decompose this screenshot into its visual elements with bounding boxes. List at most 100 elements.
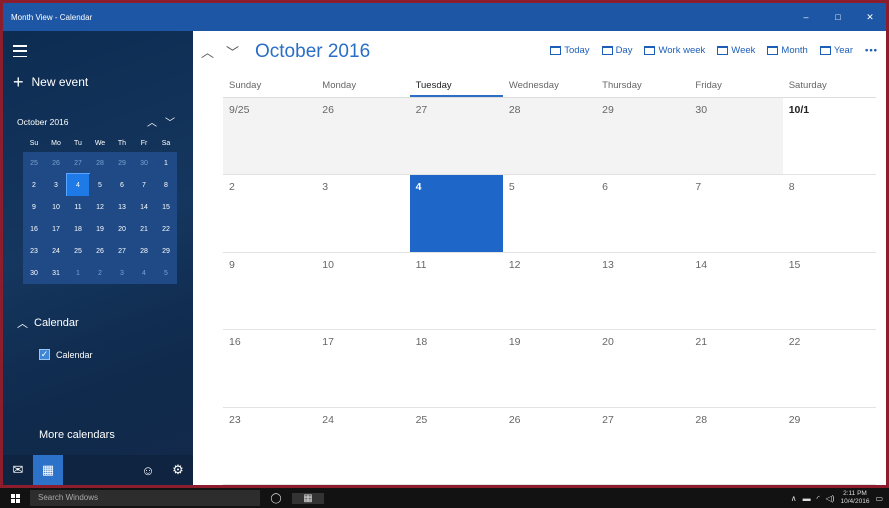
day-cell[interactable]: 22 [782, 330, 876, 408]
more-options-icon[interactable]: ••• [865, 45, 878, 56]
day-cell[interactable]: 19 [502, 330, 597, 408]
hamburger-menu-icon[interactable] [13, 45, 27, 57]
day-cell[interactable]: 18 [409, 330, 503, 408]
more-calendars-link[interactable]: More calendars [39, 429, 115, 441]
day-cell[interactable]: 2 [223, 175, 317, 253]
day-cell[interactable]: 29 [782, 408, 876, 485]
mini-day[interactable]: 24 [45, 240, 67, 262]
notifications-icon[interactable]: ▭ [875, 494, 883, 503]
day-cell[interactable]: 17 [316, 330, 410, 408]
close-button[interactable]: ✕ [854, 3, 886, 31]
mail-icon[interactable]: ✉ [3, 455, 33, 485]
day-cell[interactable]: 26 [316, 98, 410, 176]
mini-day[interactable]: 7 [133, 174, 155, 196]
mini-day[interactable]: 31 [45, 262, 67, 284]
mini-day[interactable]: 1 [67, 262, 89, 284]
task-view-icon[interactable]: ◯ [260, 493, 292, 504]
day-cell[interactable]: 14 [689, 253, 783, 331]
day-cell[interactable]: 15 [782, 253, 876, 331]
calendar-section-toggle[interactable]: ︿ Calendar [17, 315, 79, 331]
mini-day[interactable]: 29 [155, 240, 177, 262]
settings-icon[interactable]: ⚙ [163, 455, 193, 485]
network-icon[interactable]: ◜ [817, 494, 820, 503]
mini-day[interactable]: 25 [23, 152, 45, 174]
day-cell[interactable]: 30 [689, 98, 783, 176]
day-cell[interactable]: 10/1 [782, 98, 876, 176]
smiley-icon[interactable]: ☺ [133, 455, 163, 485]
mini-day[interactable]: 18 [67, 218, 89, 240]
checkbox-checked-icon[interactable]: ✓ [39, 349, 50, 360]
mini-day[interactable]: 5 [155, 262, 177, 284]
day-cell[interactable]: 27 [409, 98, 503, 176]
mini-day[interactable]: 30 [133, 152, 155, 174]
day-cell[interactable]: 26 [502, 408, 597, 485]
day-cell[interactable]: 21 [689, 330, 783, 408]
mini-day[interactable]: 27 [67, 152, 89, 174]
mini-day[interactable]: 15 [155, 196, 177, 218]
day-cell[interactable]: 24 [316, 408, 410, 485]
calendar-checkbox-item[interactable]: ✓ Calendar [39, 349, 93, 360]
month-view-button[interactable]: Month [767, 45, 808, 56]
mini-day[interactable]: 28 [133, 240, 155, 262]
mini-day[interactable]: 27 [111, 240, 133, 262]
mini-day[interactable]: 28 [89, 152, 111, 174]
start-button[interactable] [0, 488, 30, 508]
day-cell-today[interactable]: 4 [409, 175, 503, 253]
mini-prev-month-chevron-up-icon[interactable]: ︿ [143, 114, 161, 129]
day-cell[interactable]: 29 [596, 98, 690, 176]
mini-day[interactable]: 2 [89, 262, 111, 284]
calendar-app-taskbar-icon[interactable]: ▦ [292, 492, 324, 504]
volume-icon[interactable]: ◁) [826, 494, 835, 503]
day-cell[interactable]: 11 [409, 253, 503, 331]
mini-day[interactable]: 16 [23, 218, 45, 240]
day-cell[interactable]: 16 [223, 330, 317, 408]
calendar-icon[interactable]: ▦ [33, 455, 63, 485]
battery-icon[interactable]: ▬ [803, 494, 811, 503]
year-view-button[interactable]: Year [819, 45, 853, 56]
day-cell[interactable]: 6 [596, 175, 690, 253]
day-cell[interactable]: 10 [316, 253, 410, 331]
mini-day[interactable]: 20 [111, 218, 133, 240]
day-cell[interactable]: 7 [689, 175, 783, 253]
mini-next-month-chevron-down-icon[interactable]: ﹀ [161, 114, 179, 129]
day-cell[interactable]: 12 [502, 253, 597, 331]
day-cell[interactable]: 13 [596, 253, 690, 331]
day-cell[interactable]: 5 [502, 175, 597, 253]
day-cell[interactable]: 3 [316, 175, 410, 253]
day-cell[interactable]: 27 [596, 408, 690, 485]
prev-month-chevron-up-icon[interactable]: ︿ [201, 42, 214, 61]
day-cell[interactable]: 9/25 [223, 98, 317, 176]
day-cell[interactable]: 23 [223, 408, 317, 485]
mini-day[interactable]: 8 [155, 174, 177, 196]
taskbar-search-input[interactable]: Search Windows [30, 490, 260, 506]
day-cell[interactable]: 9 [223, 253, 317, 331]
mini-day[interactable]: 10 [45, 196, 67, 218]
mini-day[interactable]: 2 [23, 174, 45, 196]
clock[interactable]: 2:11 PM 10/4/2016 [841, 490, 870, 506]
minimize-button[interactable]: – [790, 3, 822, 31]
mini-day[interactable]: 26 [45, 152, 67, 174]
mini-day[interactable]: 17 [45, 218, 67, 240]
today-button[interactable]: Today [550, 45, 590, 56]
mini-day[interactable]: 19 [89, 218, 111, 240]
tray-chevron-up-icon[interactable]: ∧ [791, 494, 797, 503]
mini-day-today[interactable]: 4 [66, 173, 90, 197]
mini-day[interactable]: 3 [45, 174, 67, 196]
mini-day[interactable]: 25 [67, 240, 89, 262]
mini-day[interactable]: 30 [23, 262, 45, 284]
day-cell[interactable]: 28 [502, 98, 597, 176]
new-event-button[interactable]: + New event [13, 73, 88, 91]
mini-day[interactable]: 3 [111, 262, 133, 284]
day-cell[interactable]: 25 [409, 408, 503, 485]
work-week-view-button[interactable]: Work week [644, 45, 705, 56]
mini-day[interactable]: 22 [155, 218, 177, 240]
mini-day[interactable]: 1 [155, 152, 177, 174]
mini-day[interactable]: 5 [89, 174, 111, 196]
mini-day[interactable]: 4 [133, 262, 155, 284]
mini-day[interactable]: 26 [89, 240, 111, 262]
maximize-button[interactable]: □ [822, 3, 854, 31]
next-month-chevron-down-icon[interactable]: ﹀ [226, 42, 239, 61]
day-cell[interactable]: 8 [782, 175, 876, 253]
mini-day[interactable]: 9 [23, 196, 45, 218]
mini-day[interactable]: 14 [133, 196, 155, 218]
